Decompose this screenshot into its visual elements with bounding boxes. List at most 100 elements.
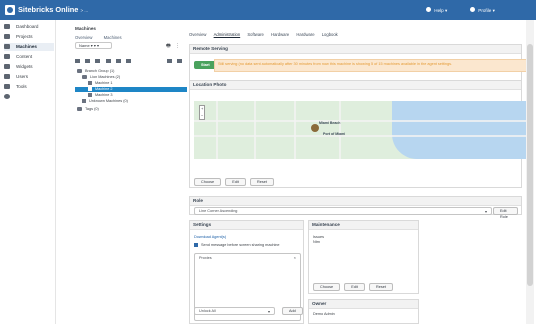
location-map[interactable]: Miami Beach Port of Miami <box>194 101 532 159</box>
role-title: Role <box>190 197 521 206</box>
location-title: Location Photo <box>190 81 521 90</box>
app-logo-icon <box>5 5 15 15</box>
tree-node-tags[interactable]: Tags (0) <box>75 107 187 112</box>
tree-tool-icon[interactable] <box>115 59 121 63</box>
maintenance-text: Issues Ntm <box>313 235 324 244</box>
reset-maintenance-button[interactable]: Reset <box>369 283 393 291</box>
tree-filter-dropdown[interactable]: Name ▾ ▾ ▾ <box>75 42 112 49</box>
folder-icon <box>77 69 82 73</box>
sidebar-item-machines[interactable]: Machines <box>4 43 54 51</box>
users-icon <box>4 74 10 80</box>
map-road <box>254 101 256 159</box>
map-road <box>194 120 532 122</box>
machine-icon <box>88 81 92 85</box>
dashboard-icon <box>4 24 10 30</box>
owner-section: Owner Demo Admin <box>308 299 419 324</box>
tree-tabs: Overview Machines <box>75 35 132 40</box>
sidebar-item-widgets[interactable]: Widgets <box>4 63 54 71</box>
tree-toolbar <box>75 59 187 64</box>
folder-icon <box>82 75 87 79</box>
tree-tab-overview[interactable]: Overview <box>75 35 92 40</box>
map-label-port: Port of Miami <box>323 132 346 136</box>
tree-tool-icon[interactable] <box>177 59 183 63</box>
user-menu[interactable]: Profile ▾ <box>470 7 495 14</box>
gear-icon <box>4 94 10 100</box>
sidebar-item-content[interactable]: Content <box>4 53 54 61</box>
tools-icon <box>4 84 10 90</box>
tree-tool-icon[interactable] <box>95 59 101 63</box>
tab-hardware-2[interactable]: Hardware <box>296 32 314 37</box>
machine-icon <box>88 93 92 97</box>
location-actions: Choose Edit Reset <box>194 178 277 186</box>
app-title: Sitebricks Online > ... <box>18 5 89 14</box>
help-menu[interactable]: Help ▾ <box>426 7 447 14</box>
tab-hardware-1[interactable]: Hardware <box>271 32 289 37</box>
tree-node-machine-2[interactable]: Machine 2 <box>75 87 187 92</box>
choose-location-button[interactable]: Choose <box>194 178 222 186</box>
map-zoom-control[interactable] <box>199 105 205 120</box>
tree-tool-icon[interactable] <box>167 59 173 63</box>
sidebar-item-dashboard[interactable]: Dashboard <box>4 23 54 31</box>
close-icon: × <box>293 255 296 260</box>
reset-location-button[interactable]: Reset <box>250 178 274 186</box>
tab-logbook[interactable]: Logbook <box>322 32 338 37</box>
main-content: Overview Administration Software Hardwar… <box>189 20 533 324</box>
maintenance-title: Maintenance <box>309 221 418 230</box>
tree-list: Branch Group (1) Lion Machines (2) Machi… <box>75 69 187 137</box>
tree-tool-icon[interactable] <box>126 59 132 63</box>
chevron-down-icon: ▾ <box>484 209 487 214</box>
add-button[interactable]: Add <box>282 307 303 315</box>
map-label-city: Miami Beach <box>319 121 341 125</box>
main-scrollbar[interactable] <box>526 20 534 324</box>
tree-title: Machines <box>75 26 96 31</box>
tree-tool-icon[interactable] <box>105 59 111 63</box>
water-area <box>392 101 532 159</box>
machine-icon <box>88 87 92 91</box>
send-message-checkbox[interactable]: Send message before screen sharing machi… <box>194 243 280 247</box>
edit-maintenance-button[interactable]: Edit <box>344 283 365 291</box>
owner-title: Owner <box>309 300 418 309</box>
role-select[interactable]: Line Corner Ascending ▾ <box>194 207 492 215</box>
help-icon <box>426 7 431 12</box>
tab-overview[interactable]: Overview <box>189 32 206 37</box>
user-icon <box>470 7 475 12</box>
tree-node-machine-3[interactable]: Machine 3 <box>75 93 187 98</box>
edit-location-button[interactable]: Edit <box>225 178 246 186</box>
map-road <box>216 101 218 159</box>
download-agent-link[interactable]: Download Agent(s) <box>194 235 226 239</box>
tab-administration[interactable]: Administration <box>214 32 241 37</box>
sidebar-item-tools[interactable]: Tools <box>4 83 54 91</box>
map-marker-icon[interactable] <box>311 124 319 132</box>
top-bar: Sitebricks Online > ... Help ▾ Profile ▾ <box>0 0 536 20</box>
main-tabs: Overview Administration Software Hardwar… <box>189 32 519 41</box>
edit-role-button[interactable]: Edit Role <box>493 207 518 219</box>
tree-node-machine-1[interactable]: Machine 1 <box>75 81 187 86</box>
map-road <box>339 101 341 159</box>
tree-node-branch-group[interactable]: Branch Group (1) <box>75 69 187 74</box>
sidebar: Dashboard Projects Machines Content Widg… <box>0 20 56 324</box>
tree-menu-icon[interactable]: ⋮ <box>175 43 180 49</box>
tree-node-lion-machines[interactable]: Lion Machines (2) <box>75 75 187 80</box>
sidebar-settings-icon-item[interactable] <box>4 93 54 101</box>
tab-software[interactable]: Software <box>247 32 264 37</box>
widgets-icon <box>4 64 10 70</box>
tree-print-icon[interactable]: 🖶 <box>166 43 171 51</box>
map-road <box>194 135 532 137</box>
maintenance-actions: Choose Edit Reset <box>313 283 396 291</box>
machines-icon <box>4 44 10 50</box>
role-section: Role Line Corner Ascending ▾ Edit Role <box>189 196 522 219</box>
machine-icon <box>82 99 86 103</box>
tree-tool-icon[interactable] <box>85 59 91 63</box>
choose-maintenance-button[interactable]: Choose <box>313 283 341 291</box>
bottom-select[interactable]: Unlock All ▾ <box>194 307 275 315</box>
sidebar-item-projects[interactable]: Projects <box>4 33 54 41</box>
scroll-thumb[interactable] <box>527 44 533 286</box>
machine-tree-panel: Machines Overview Machines Name ▾ ▾ ▾ 🖶 … <box>67 20 189 324</box>
settings-section: Settings Download Agent(s) Send message … <box>189 220 304 324</box>
checkbox-icon <box>194 243 198 247</box>
tree-node-unknown-machines[interactable]: Unknown Machines (0) <box>75 99 187 104</box>
sidebar-item-users[interactable]: Users <box>4 73 54 81</box>
tree-tab-machines[interactable]: Machines <box>104 35 122 40</box>
tree-tool-icon[interactable] <box>75 59 80 63</box>
content-icon <box>4 54 10 60</box>
